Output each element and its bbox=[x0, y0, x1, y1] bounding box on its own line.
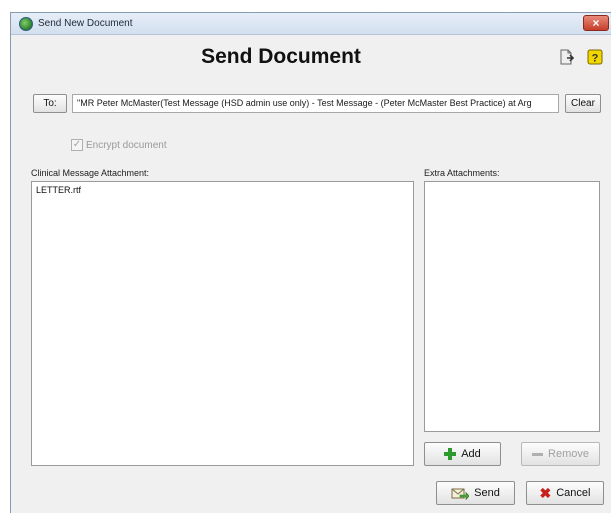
encrypt-option: ✓ Encrypt document bbox=[71, 139, 167, 151]
app-icon bbox=[19, 17, 33, 31]
extra-attachments-list[interactable] bbox=[424, 181, 600, 432]
send-icon bbox=[451, 488, 470, 500]
send-document-window: Send New Document × Send Document ? To: … bbox=[10, 12, 611, 513]
to-recipient-field[interactable]: "MR Peter McMaster(Test Message (HSD adm… bbox=[72, 94, 559, 113]
clinical-attachment-label: Clinical Message Attachment: bbox=[31, 168, 150, 178]
cancel-label: Cancel bbox=[556, 487, 591, 499]
to-button[interactable]: To: bbox=[33, 94, 67, 113]
clinical-attachment-list[interactable]: LETTER.rtf bbox=[31, 181, 414, 466]
remove-label: Remove bbox=[548, 448, 589, 460]
send-label: Send bbox=[474, 487, 500, 499]
plus-icon bbox=[444, 448, 457, 460]
remove-button[interactable]: Remove bbox=[521, 442, 600, 466]
cancel-icon: ✖ bbox=[539, 485, 552, 501]
export-icon[interactable] bbox=[559, 49, 575, 65]
help-icon[interactable]: ? bbox=[587, 49, 603, 65]
close-button[interactable]: × bbox=[583, 15, 609, 31]
window-title: Send New Document bbox=[38, 18, 133, 29]
minus-icon bbox=[532, 452, 544, 456]
encrypt-label: Encrypt document bbox=[86, 139, 167, 151]
cancel-button[interactable]: ✖ Cancel bbox=[526, 481, 604, 505]
extra-attachments-label: Extra Attachments: bbox=[424, 168, 500, 178]
list-item[interactable]: LETTER.rtf bbox=[36, 185, 409, 195]
add-label: Add bbox=[461, 448, 481, 460]
add-button[interactable]: Add bbox=[424, 442, 501, 466]
clear-button[interactable]: Clear bbox=[565, 94, 601, 113]
send-button[interactable]: Send bbox=[436, 481, 515, 505]
title-bar[interactable]: Send New Document × bbox=[11, 13, 611, 35]
svg-text:?: ? bbox=[592, 53, 599, 65]
page-title: Send Document bbox=[201, 45, 361, 68]
encrypt-checkbox[interactable]: ✓ bbox=[71, 139, 83, 151]
